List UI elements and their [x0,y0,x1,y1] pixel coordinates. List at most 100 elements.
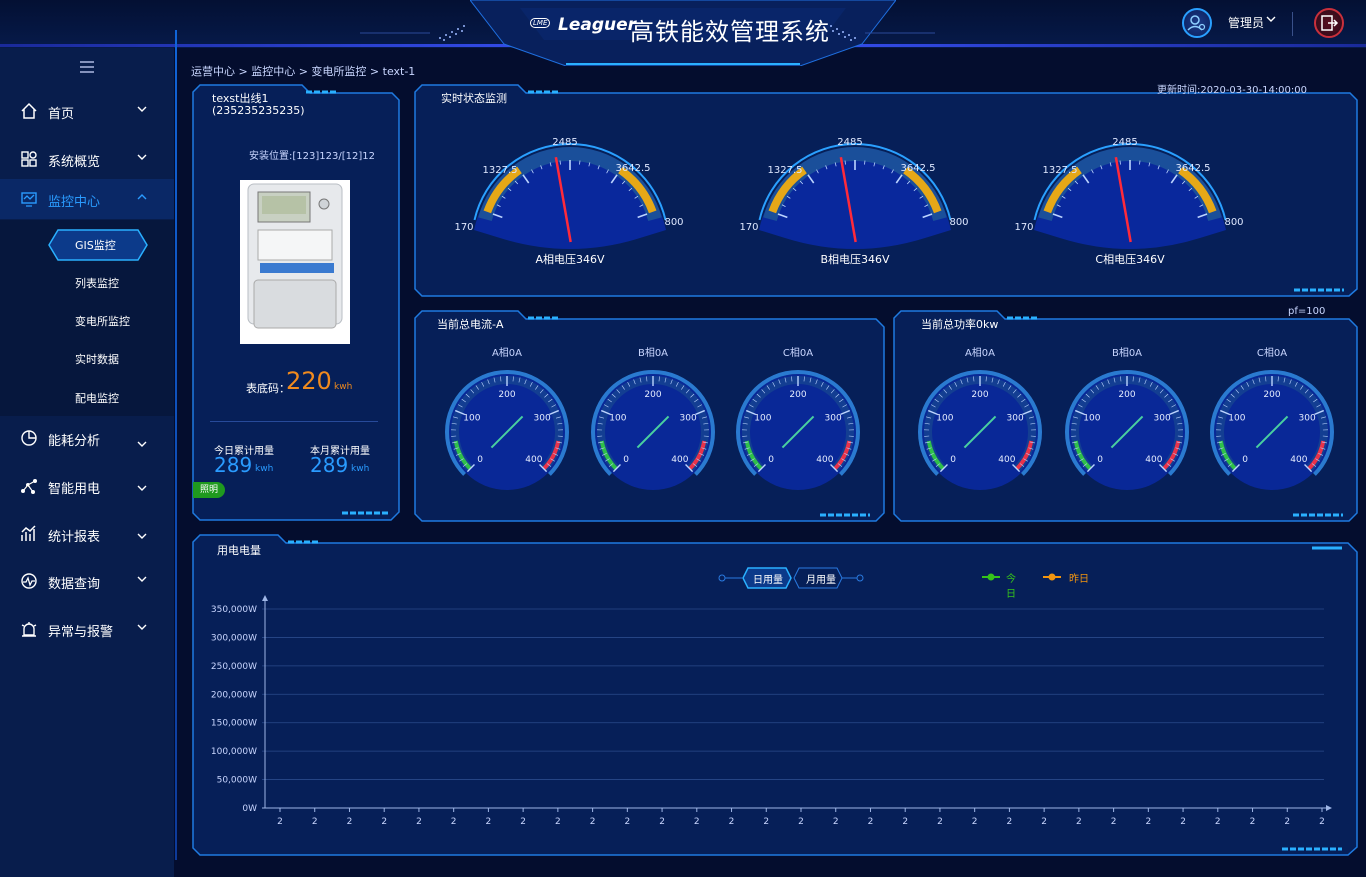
x-tick-label: 2 [1145,817,1151,827]
gauge-scale-label: 400 [816,455,833,465]
gauge-value-label: A相电压346V [535,253,605,266]
submenu-item-realtime[interactable]: 实时数据 [0,343,174,373]
gauge-scale-label: 800 [664,217,683,228]
legend-yesterday[interactable]: 昨日 [1043,570,1093,585]
sidebar-item-monitor[interactable]: 监控中心 [0,179,174,219]
grid-icon [21,151,37,167]
x-tick-label: 2 [624,817,630,827]
x-tick-label: 2 [1319,817,1325,827]
small-gauge: 0 100 200 300 400 [591,370,715,490]
sidebar-item-label: 监控中心 [48,195,101,210]
submenu-label: 变电所监控 [75,315,130,328]
tab-daily[interactable]: 日用量 [742,567,792,589]
logout-button[interactable] [1314,8,1344,38]
sidebar-item-energy-analysis[interactable]: 能耗分析 [0,418,174,458]
y-tick-label: 100,000W [211,747,257,757]
x-tick-label: 2 [1007,817,1013,827]
gauge-scale-label: 100 [754,413,771,423]
gauge-scale-label: 200 [644,390,661,400]
sidebar-item-overview[interactable]: 系统概览 [0,139,174,179]
gauge-scale-label: 400 [1290,455,1307,465]
small-gauge: 0 100 200 300 400 [1210,370,1334,490]
header-separator [1292,12,1293,36]
gauge-scale-label: 0 [477,455,483,465]
y-tick-label: 150,000W [211,719,257,729]
chevron-up-icon [137,194,147,200]
sidebar-item-data-query[interactable]: 数据查询 [0,561,174,601]
logo-badge: LME [530,18,551,28]
category-tag: 照明 [193,482,225,498]
menu-toggle-icon[interactable] [80,61,94,73]
usage-line-chart: 0W 50,000W 100,000W 150,000W 200,000W 250,000… [211,595,1332,827]
sidebar-item-reports[interactable]: 统计报表 [0,514,174,554]
x-tick-label: 2 [902,817,908,827]
x-tick-label: 2 [972,817,978,827]
logout-icon [1321,15,1339,31]
meter-divider [210,421,378,422]
logo-wordmark: Leaguer [558,15,637,35]
tab-label: 月用量 [806,575,836,586]
meter-photo [240,180,350,344]
gauge-scale-label: 0 [950,455,956,465]
y-tick-label: 350,000W [211,605,257,615]
gauge-scale-label: 3642.5 [1176,163,1211,174]
reading-unit: kwh [334,382,353,392]
submenu-item-substation[interactable]: 变电所监控 [0,305,174,335]
chevron-down-icon [137,106,147,112]
x-tick-label: 2 [486,817,492,827]
x-tick-label: 2 [833,817,839,827]
tab-monthly[interactable]: 月用量 [793,567,843,589]
y-tick-label: 0W [242,804,257,814]
gauge-scale-label: 0 [768,455,774,465]
submenu-label: 配电监控 [75,392,119,405]
submenu-item-distribution[interactable]: 配电监控 [0,382,174,412]
x-tick-label: 2 [868,817,874,827]
gauge-scale-label: 0 [1242,455,1248,465]
x-tick-label: 2 [381,817,387,827]
legend-marker-today [982,573,1000,581]
gauge-scale-label: 100 [609,413,626,423]
x-tick-label: 2 [1250,817,1256,827]
legend-today[interactable]: 今日 [982,570,1022,600]
meter-serial: (235235235235) [212,104,305,117]
sidebar-item-alarms[interactable]: 异常与报警 [0,609,174,649]
gauge-title: C相0A [782,348,814,359]
user-name[interactable]: 管理员 [1228,14,1264,31]
header-dots-right [830,25,935,41]
x-tick-label: 2 [590,817,596,827]
power-factor: pf=100 [1288,306,1326,317]
gauge-title: B相0A [1111,348,1143,359]
legend-label: 昨日 [1069,574,1089,585]
small-gauge: 0 100 200 300 400 [918,370,1042,490]
chevron-down-icon [137,154,147,160]
chevron-down-icon[interactable] [1266,15,1276,23]
sidebar-item-label: 能耗分析 [48,434,101,449]
x-tick-label: 2 [694,817,700,827]
gauge-scale-label: 100 [463,413,480,423]
install-location: 安装位置:[123]123/[12]12 [249,151,375,162]
sidebar-item-smart-power[interactable]: 智能用电 [0,466,174,506]
gauge-scale-label: 400 [998,455,1015,465]
gauge-scale-label: 170 [454,222,473,233]
gauge-scale-label: 3642.5 [616,163,651,174]
x-tick-label: 2 [763,817,769,827]
x-tick-label: 2 [277,817,283,827]
leaguer-logo: LME Leaguer [530,14,636,36]
sidebar-item-home[interactable]: 首页 [0,91,174,131]
x-tick-label: 2 [347,817,353,827]
gauge-scale-label: 100 [936,413,953,423]
submenu-item-list[interactable]: 列表监控 [0,267,174,297]
chevron-down-icon [137,441,147,447]
gauge-scale-label: 100 [1083,413,1100,423]
current-panel-title: 当前总电流-A [437,318,504,331]
submenu-label[interactable]: GIS监控 [75,237,116,253]
gauge-scale-label: 200 [1118,390,1135,400]
gauge-title: A相0A [964,348,996,359]
sidebar-item-label: 首页 [48,107,75,122]
month-usage-value: 289 [310,453,349,477]
reading-label: 表底码： [246,382,290,395]
gauge-scale-label: 300 [680,413,697,423]
user-avatar[interactable] [1182,8,1212,38]
gauge-scale-label: 1327.5 [1043,165,1078,176]
small-gauge: 0 100 200 300 400 [1065,370,1189,490]
